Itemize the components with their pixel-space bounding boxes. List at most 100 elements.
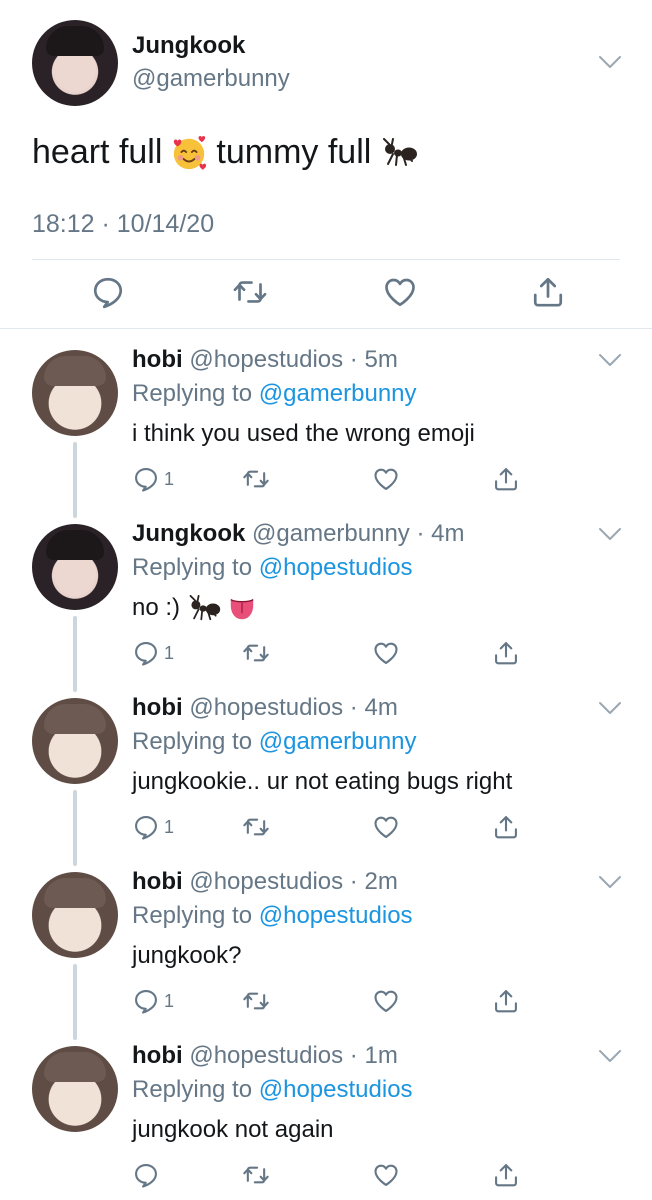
reply-tweet[interactable]: Jungkook @gamerbunny · 4m Replying to @h… (0, 504, 652, 678)
like-button[interactable] (372, 464, 400, 494)
author-handle[interactable]: @hopestudios (189, 868, 343, 895)
chevron-down-icon[interactable] (598, 526, 622, 542)
author-handle[interactable]: @gamerbunny (252, 520, 410, 547)
mention-link[interactable]: @hopestudios (259, 554, 413, 581)
like-icon (372, 465, 400, 493)
replying-to: Replying to @gamerbunny (132, 728, 417, 756)
tweet-text-part2: tummy full (216, 133, 372, 171)
avatar-hobi[interactable] (32, 350, 118, 436)
like-button[interactable] (372, 812, 400, 842)
author-name[interactable]: hobi (132, 346, 183, 373)
divider (32, 259, 620, 260)
ant-icon (379, 138, 419, 168)
chevron-down-icon[interactable] (598, 700, 622, 716)
mention-link[interactable]: @gamerbunny (259, 728, 417, 755)
replying-prefix: Replying to (132, 380, 253, 407)
reply-text: jungkook? (132, 942, 242, 969)
reply-icon (132, 813, 160, 841)
like-button[interactable] (372, 638, 400, 668)
share-button[interactable] (492, 1160, 520, 1190)
retweet-button[interactable] (242, 638, 270, 668)
avatar-hair (44, 878, 106, 908)
author-handle[interactable]: @gamerbunny (132, 65, 290, 93)
like-button[interactable] (372, 1160, 400, 1190)
reply-icon[interactable] (90, 274, 126, 310)
mention-link[interactable]: @hopestudios (259, 902, 413, 929)
reply-actions: 1 (132, 638, 532, 668)
reply-text: i think you used the wrong emoji (132, 420, 475, 447)
reply-time[interactable]: 2m (364, 868, 397, 895)
reply-tweet[interactable]: hobi @hopestudios · 5m Replying to @game… (0, 330, 652, 504)
reply-count: 1 (164, 642, 175, 663)
retweet-button[interactable] (242, 1160, 270, 1190)
author-name[interactable]: Jungkook (132, 32, 245, 60)
reply-header: hobi @hopestudios · 2m (132, 868, 398, 896)
replying-to: Replying to @hopestudios (132, 1076, 413, 1104)
reply-time[interactable]: 4m (364, 694, 397, 721)
chevron-down-icon[interactable] (598, 352, 622, 368)
reply-button[interactable]: 1 (132, 464, 174, 494)
replying-to: Replying to @hopestudios (132, 902, 413, 930)
mention-link[interactable]: @gamerbunny (259, 380, 417, 407)
reply-button[interactable]: 1 (132, 638, 174, 668)
reply-button[interactable]: 1 (132, 986, 174, 1016)
reply-tweet[interactable]: hobi @hopestudios · 1m Replying to @hope… (0, 1026, 652, 1200)
like-icon[interactable] (382, 274, 418, 310)
smiling-face-with-hearts-icon (170, 134, 208, 172)
replying-prefix: Replying to (132, 554, 253, 581)
author-name[interactable]: Jungkook (132, 520, 245, 547)
reply-button[interactable]: 1 (132, 812, 174, 842)
reply-icon (132, 465, 160, 493)
avatar-jungkook[interactable] (32, 524, 118, 610)
retweet-icon (242, 813, 270, 841)
author-handle[interactable]: @hopestudios (189, 1042, 343, 1069)
share-icon[interactable] (530, 274, 566, 310)
tweet-timestamp[interactable]: 18:12 · 10/14/20 (32, 210, 214, 239)
share-button[interactable] (492, 464, 520, 494)
share-button[interactable] (492, 986, 520, 1016)
share-button[interactable] (492, 812, 520, 842)
reply-header: hobi @hopestudios · 5m (132, 346, 398, 374)
avatar-hair (46, 26, 104, 56)
like-icon (372, 813, 400, 841)
avatar-hair (44, 356, 106, 386)
chevron-down-icon[interactable] (598, 1048, 622, 1064)
separator-dot: · (349, 868, 358, 895)
avatar-hobi[interactable] (32, 698, 118, 784)
reply-text: jungkook not again (132, 1116, 334, 1143)
author-handle[interactable]: @hopestudios (189, 346, 343, 373)
replying-to: Replying to @hopestudios (132, 554, 413, 582)
author-name[interactable]: hobi (132, 868, 183, 895)
retweet-button[interactable] (242, 464, 270, 494)
chevron-down-icon[interactable] (598, 874, 622, 890)
reply-time[interactable]: 1m (364, 1042, 397, 1069)
author-handle[interactable]: @hopestudios (189, 694, 343, 721)
avatar-hair (44, 1052, 106, 1082)
reply-time[interactable]: 4m (431, 520, 464, 547)
author-name[interactable]: hobi (132, 694, 183, 721)
reply-tweet[interactable]: hobi @hopestudios · 2m Replying to @hope… (0, 852, 652, 1026)
mention-link[interactable]: @hopestudios (259, 1076, 413, 1103)
avatar-hobi[interactable] (32, 872, 118, 958)
reply-tweet[interactable]: hobi @hopestudios · 4m Replying to @game… (0, 678, 652, 852)
share-button[interactable] (492, 638, 520, 668)
avatar-jungkook[interactable] (32, 20, 118, 106)
share-icon (492, 813, 520, 841)
author-name[interactable]: hobi (132, 1042, 183, 1069)
reply-count: 1 (164, 816, 175, 837)
share-icon (492, 465, 520, 493)
main-tweet: Jungkook @gamerbunny heart full tummy fu… (0, 0, 652, 330)
replying-prefix: Replying to (132, 728, 253, 755)
reply-time[interactable]: 5m (364, 346, 397, 373)
retweet-icon[interactable] (232, 274, 268, 310)
retweet-button[interactable] (242, 986, 270, 1016)
reply-header: hobi @hopestudios · 1m (132, 1042, 398, 1070)
avatar-hobi[interactable] (32, 1046, 118, 1132)
chevron-down-icon[interactable] (598, 54, 622, 70)
tweet-actions (0, 274, 652, 314)
retweet-button[interactable] (242, 812, 270, 842)
reply-button[interactable] (132, 1160, 164, 1190)
reply-header: hobi @hopestudios · 4m (132, 694, 398, 722)
like-button[interactable] (372, 986, 400, 1016)
tongue-icon (228, 594, 256, 622)
